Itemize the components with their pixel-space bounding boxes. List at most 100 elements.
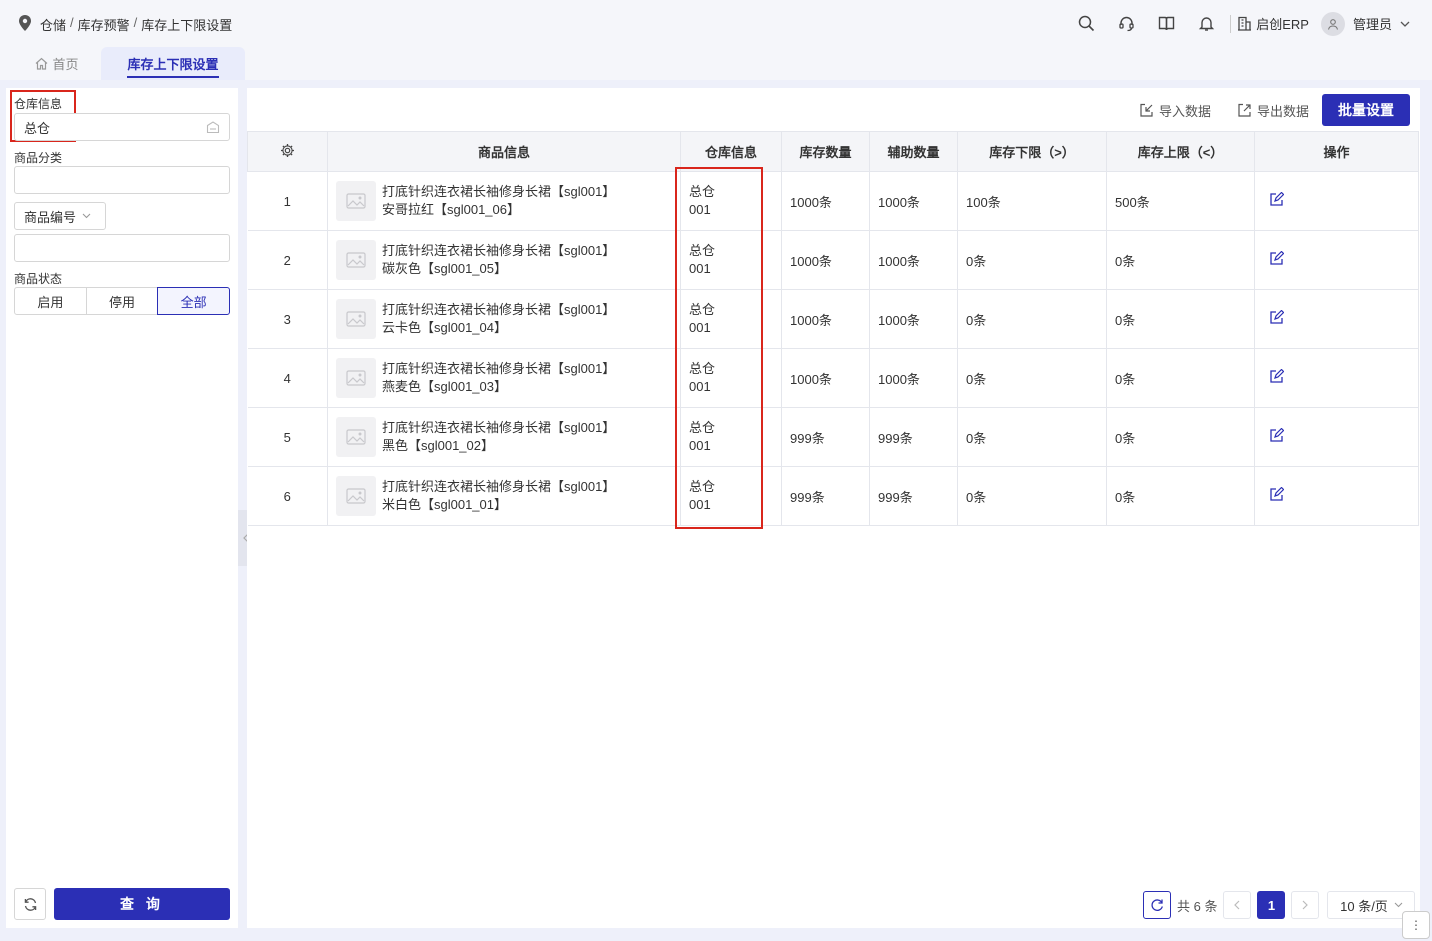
actions-cell: [1254, 466, 1419, 526]
edit-icon[interactable]: [1269, 250, 1285, 266]
avatar[interactable]: [1320, 11, 1345, 36]
product-name: 打底针织连衣裙长袖修身长裙【sgl001】: [382, 243, 616, 258]
edit-icon[interactable]: [1269, 368, 1285, 384]
pagination-refresh-button[interactable]: [1143, 891, 1171, 919]
more-menu-icon[interactable]: ⋮: [1402, 911, 1430, 939]
edit-icon[interactable]: [1269, 191, 1285, 207]
page-size-value: 10 条/页: [1340, 898, 1388, 914]
product-variant: 黑色【sgl001_02】: [382, 438, 494, 453]
quantity-cell: 1000条: [781, 289, 870, 349]
image-placeholder-icon: [346, 370, 366, 386]
column-header-aux-quantity: 辅助数量: [869, 131, 958, 172]
product-name: 打底针织连衣裙长袖修身长裙【sgl001】: [382, 479, 616, 494]
breadcrumb-item-alert[interactable]: 库存预警: [78, 15, 130, 34]
book-icon[interactable]: [1146, 0, 1186, 47]
min-limit-cell: 0条: [957, 230, 1107, 290]
product-variant: 燕麦色【sgl001_03】: [382, 379, 507, 394]
status-segment: 启用 停用 全部: [14, 287, 231, 315]
product-variant: 碳灰色【sgl001_05】: [382, 261, 507, 276]
product-cell: 打底针织连衣裙长袖修身长裙【sgl001】 碳灰色【sgl001_05】: [327, 230, 681, 290]
category-label: 商品分类: [14, 151, 63, 165]
image-placeholder-icon: [346, 311, 366, 327]
filter-panel: 仓库信息 总仓 商品分类 商品编号 商品状态 启用 停用 全部 查 询: [6, 88, 238, 928]
actions-cell: [1254, 289, 1419, 349]
next-page-button[interactable]: [1291, 891, 1320, 919]
status-label: 商品状态: [14, 272, 63, 286]
min-limit-cell: 0条: [957, 289, 1107, 349]
breadcrumb: 仓储 / 库存预警 / 库存上下限设置: [40, 15, 233, 34]
aux-quantity-cell: 999条: [869, 407, 958, 467]
actions-cell: [1254, 348, 1419, 408]
product-variant: 安哥拉红【sgl001_06】: [382, 202, 520, 217]
max-limit-cell: 0条: [1106, 407, 1255, 467]
import-button[interactable]: 导入数据: [1139, 94, 1211, 126]
row-number: 2: [247, 230, 328, 290]
code-type-select[interactable]: 商品编号: [14, 202, 106, 230]
code-input[interactable]: [14, 234, 230, 262]
column-header-min: 库存下限（>）: [957, 131, 1107, 172]
product-image: [336, 476, 376, 516]
warehouse-icon: [206, 121, 220, 134]
status-all[interactable]: 全部: [157, 287, 231, 315]
export-button[interactable]: 导出数据: [1237, 94, 1309, 126]
export-icon: [1238, 103, 1251, 117]
chevron-left-icon: [1234, 900, 1240, 910]
user-name[interactable]: 管理员: [1353, 14, 1392, 33]
import-label: 导入数据: [1159, 103, 1212, 119]
edit-icon[interactable]: [1269, 427, 1285, 443]
status-disabled[interactable]: 停用: [85, 287, 159, 315]
product-cell: 打底针织连衣裙长袖修身长裙【sgl001】 安哥拉红【sgl001_06】: [327, 171, 681, 231]
home-icon: [36, 57, 48, 70]
prev-page-button[interactable]: [1223, 891, 1252, 919]
warehouse-label: 仓库信息: [14, 97, 63, 111]
category-input[interactable]: [14, 166, 230, 194]
edit-icon[interactable]: [1269, 309, 1285, 325]
company-name: 启创ERP: [1256, 17, 1309, 32]
quantity-cell: 1000条: [781, 171, 870, 231]
edit-icon[interactable]: [1269, 486, 1285, 502]
min-limit-cell: 0条: [957, 348, 1107, 408]
warehouse-field[interactable]: 总仓: [14, 113, 230, 141]
product-image: [336, 299, 376, 339]
actions-cell: [1254, 230, 1419, 290]
aux-quantity-cell: 1000条: [869, 289, 958, 349]
chevron-down-icon[interactable]: [1400, 20, 1410, 28]
breadcrumb-item-warehouse[interactable]: 仓储: [40, 15, 66, 34]
breadcrumb-item-current: 库存上下限设置: [141, 18, 233, 33]
max-limit-cell: 0条: [1106, 348, 1255, 408]
support-icon[interactable]: [1106, 0, 1146, 47]
status-enabled[interactable]: 启用: [14, 287, 87, 315]
chevron-down-icon: [82, 213, 91, 219]
company-switch[interactable]: 启创ERP: [1237, 14, 1309, 33]
table-row: 4 打底针织连衣裙长袖修身长裙【sgl001】 燕麦色【sgl001_03】 总仓 00…: [247, 348, 1419, 408]
aux-quantity-cell: 1000条: [869, 171, 958, 231]
column-header-max: 库存上限（<）: [1106, 131, 1255, 172]
pagination-total: 共 6 条: [1177, 898, 1218, 914]
product-image: [336, 181, 376, 221]
product-image: [336, 358, 376, 398]
tab-home[interactable]: 首页: [14, 47, 100, 80]
product-name: 打底针织连衣裙长袖修身长裙【sgl001】: [382, 184, 616, 199]
search-icon[interactable]: [1066, 0, 1106, 47]
column-header-product: 商品信息: [327, 131, 681, 172]
column-header-quantity: 库存数量: [781, 131, 870, 172]
query-button[interactable]: 查 询: [54, 888, 230, 920]
column-header-warehouse: 仓库信息: [680, 131, 782, 172]
column-settings[interactable]: [247, 131, 328, 172]
tab-stock-limits-label: 库存上下限设置: [127, 49, 219, 78]
page-number[interactable]: 1: [1257, 891, 1286, 919]
min-limit-cell: 0条: [957, 407, 1107, 467]
reset-button[interactable]: [14, 888, 46, 920]
product-cell: 打底针织连衣裙长袖修身长裙【sgl001】 燕麦色【sgl001_03】: [327, 348, 681, 408]
image-placeholder-icon: [346, 252, 366, 268]
bell-icon[interactable]: [1186, 0, 1226, 47]
actions-cell: [1254, 407, 1419, 467]
max-limit-cell: 0条: [1106, 230, 1255, 290]
tab-stock-limits[interactable]: 库存上下限设置: [101, 47, 245, 80]
refresh-icon: [24, 897, 36, 911]
min-limit-cell: 0条: [957, 466, 1107, 526]
row-number: 6: [247, 466, 328, 526]
quantity-cell: 1000条: [781, 230, 870, 290]
product-variant: 云卡色【sgl001_04】: [382, 320, 507, 335]
batch-settings-button[interactable]: 批量设置: [1322, 94, 1410, 126]
